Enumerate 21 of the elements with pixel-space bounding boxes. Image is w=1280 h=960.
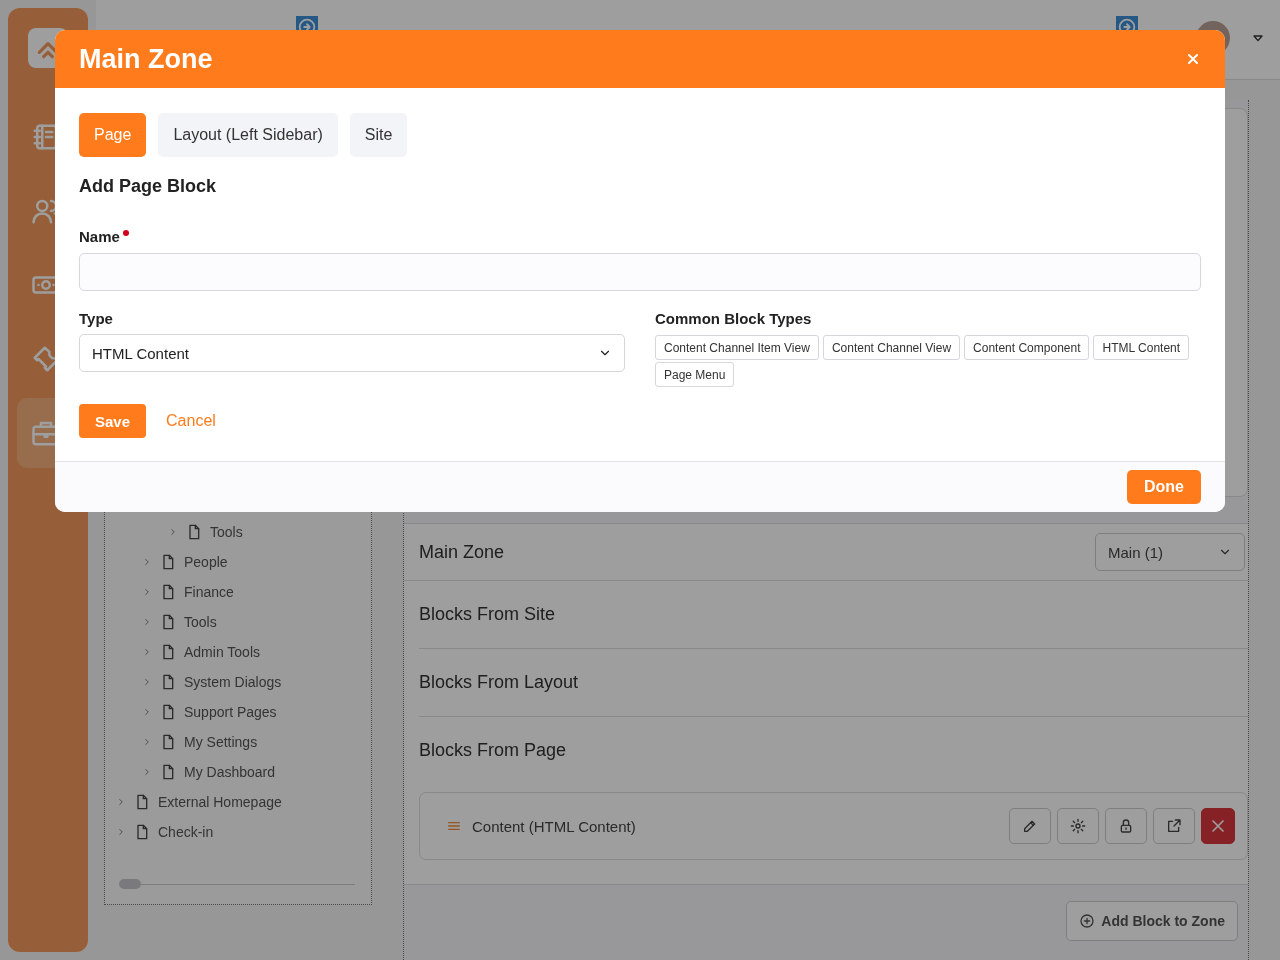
tree-item-label: Tools bbox=[184, 614, 217, 630]
tree-item-label: Tools bbox=[210, 524, 243, 540]
zone-title: Main Zone bbox=[419, 541, 505, 563]
block-label: Content (HTML Content) bbox=[472, 817, 637, 835]
tree-item-label: Check-in bbox=[158, 824, 214, 840]
tree-item-label: System Dialogs bbox=[184, 674, 282, 690]
tree-item-label: My Settings bbox=[184, 734, 258, 750]
field-label: Common Block Types bbox=[655, 310, 813, 327]
section-title: Blocks From Site bbox=[419, 603, 557, 626]
section-title: Blocks From Layout bbox=[419, 671, 580, 694]
field-label: Type bbox=[79, 310, 114, 327]
tree-item-label: Support Pages bbox=[184, 704, 277, 720]
field-label: Name bbox=[79, 228, 120, 245]
tree-item-label: My Dashboard bbox=[184, 764, 276, 780]
tree-item-label: Finance bbox=[184, 584, 234, 600]
tree-item-label: External Homepage bbox=[158, 794, 282, 810]
modal-title: Main Zone bbox=[79, 43, 213, 75]
tree-item-label: Admin Tools bbox=[184, 644, 260, 660]
section-heading: Add Page Block bbox=[79, 176, 218, 197]
tree-item-label: People bbox=[184, 554, 228, 570]
section-title: Blocks From Page bbox=[419, 739, 568, 762]
